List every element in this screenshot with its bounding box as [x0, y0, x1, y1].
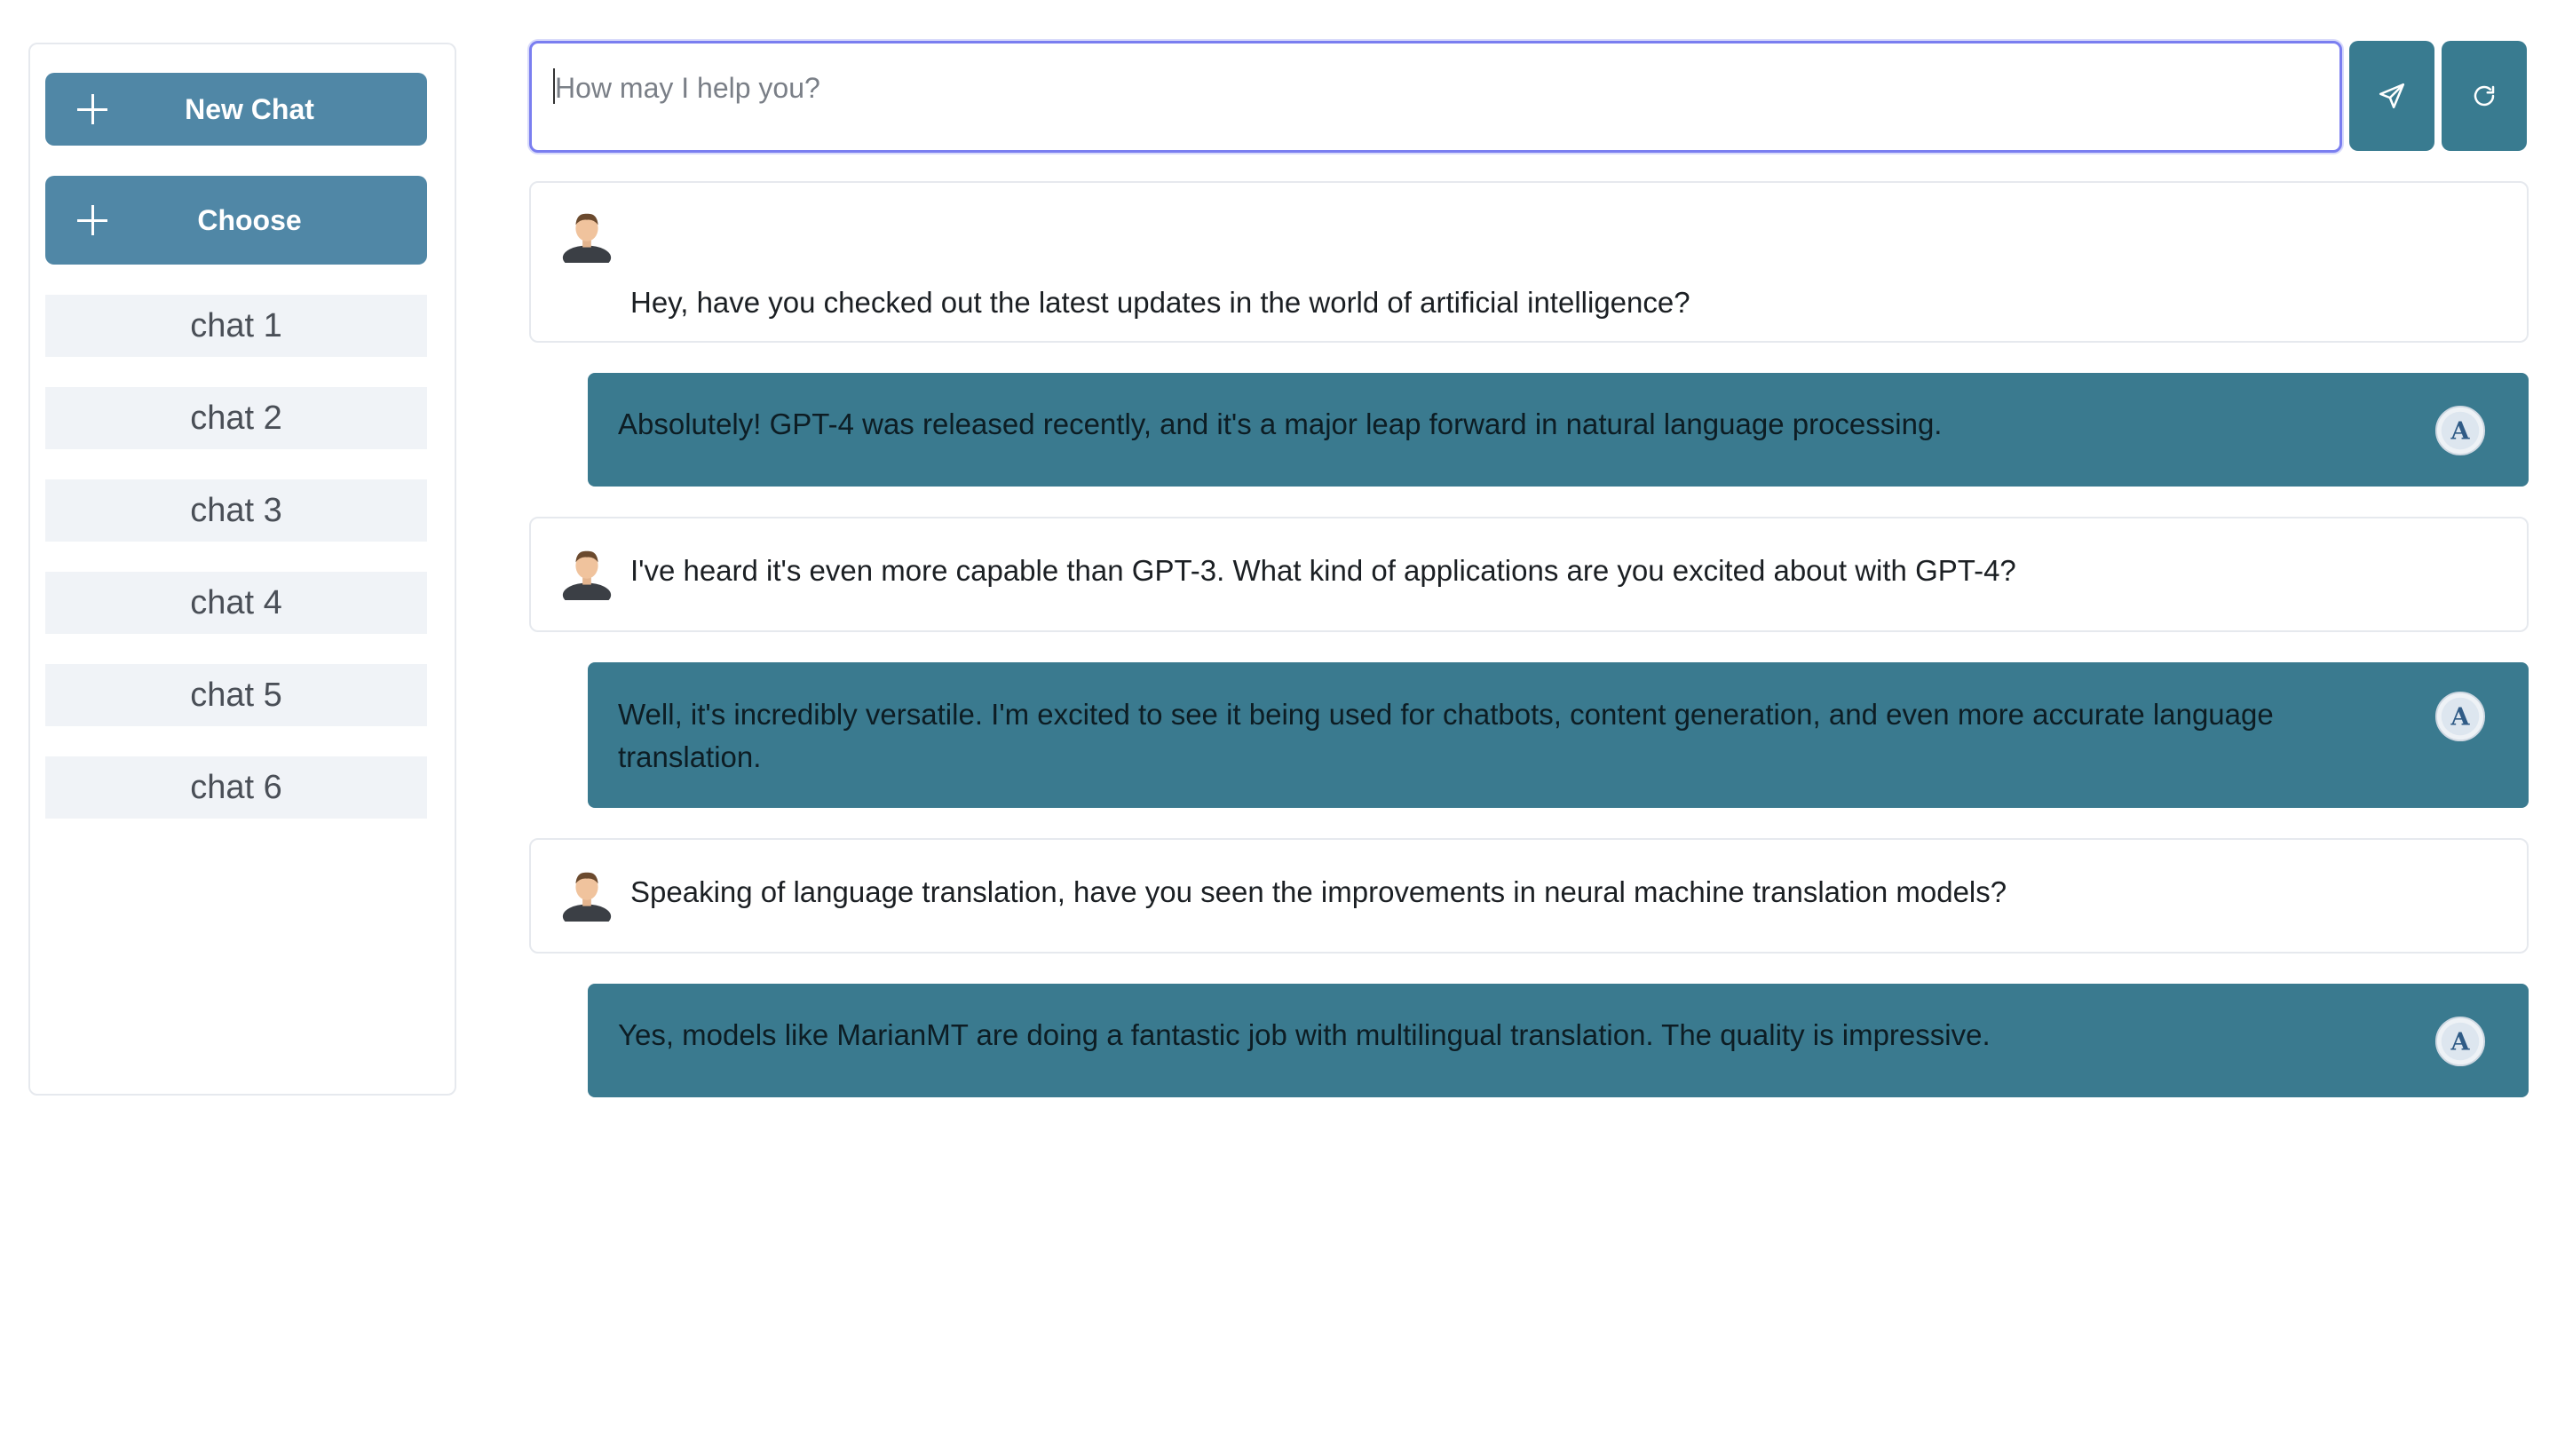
svg-text:A: A	[2450, 1029, 2471, 1056]
user-message: Speaking of language translation, have y…	[529, 838, 2529, 954]
sidebar-item-chat-1[interactable]: chat 1	[45, 295, 427, 357]
assistant-message: Yes, models like MarianMT are doing a fa…	[588, 984, 2529, 1097]
assistant-avatar-icon: A	[2434, 405, 2486, 456]
message-input-container	[529, 41, 2342, 153]
new-chat-button[interactable]: New Chat	[45, 73, 427, 146]
sidebar: New Chat Choose chat 1 chat 2 chat 3 cha…	[28, 43, 456, 1096]
text-cursor	[553, 68, 555, 104]
send-icon	[2379, 83, 2405, 109]
assistant-message: Well, it's incredibly versatile. I'm exc…	[588, 662, 2529, 808]
message-text: Well, it's incredibly versatile. I'm exc…	[618, 698, 2274, 773]
chat-app: New Chat Choose chat 1 chat 2 chat 3 cha…	[0, 0, 2557, 1456]
sidebar-item-chat-6[interactable]: chat 6	[45, 756, 427, 819]
refresh-button[interactable]	[2442, 41, 2527, 151]
user-avatar-icon	[562, 872, 612, 922]
user-message: Hey, have you checked out the latest upd…	[529, 181, 2529, 343]
sidebar-item-chat-4[interactable]: chat 4	[45, 572, 427, 634]
message-text: Yes, models like MarianMT are doing a fa…	[618, 1018, 1991, 1051]
sidebar-item-chat-3[interactable]: chat 3	[45, 479, 427, 542]
choose-button[interactable]: Choose	[45, 176, 427, 265]
user-avatar-icon	[562, 550, 612, 600]
user-avatar-icon	[562, 213, 612, 263]
assistant-avatar-icon: A	[2434, 1016, 2486, 1067]
user-message: I've heard it's even more capable than G…	[529, 517, 2529, 632]
message-text: I've heard it's even more capable than G…	[630, 554, 2016, 587]
refresh-icon	[2474, 85, 2495, 107]
svg-text:A: A	[2450, 704, 2471, 732]
assistant-message: Absolutely! GPT-4 was released recently,…	[588, 373, 2529, 487]
assistant-avatar-icon: A	[2434, 691, 2486, 742]
plus-icon	[77, 94, 107, 124]
message-text: Speaking of language translation, have y…	[630, 875, 2007, 908]
sidebar-item-chat-2[interactable]: chat 2	[45, 387, 427, 449]
plus-icon	[77, 205, 107, 235]
svg-text:A: A	[2450, 418, 2471, 446]
send-button[interactable]	[2349, 41, 2434, 151]
message-text: Hey, have you checked out the latest upd…	[630, 286, 1690, 319]
message-text: Absolutely! GPT-4 was released recently,…	[618, 408, 1943, 440]
message-input[interactable]	[532, 44, 2339, 150]
sidebar-item-chat-5[interactable]: chat 5	[45, 664, 427, 726]
